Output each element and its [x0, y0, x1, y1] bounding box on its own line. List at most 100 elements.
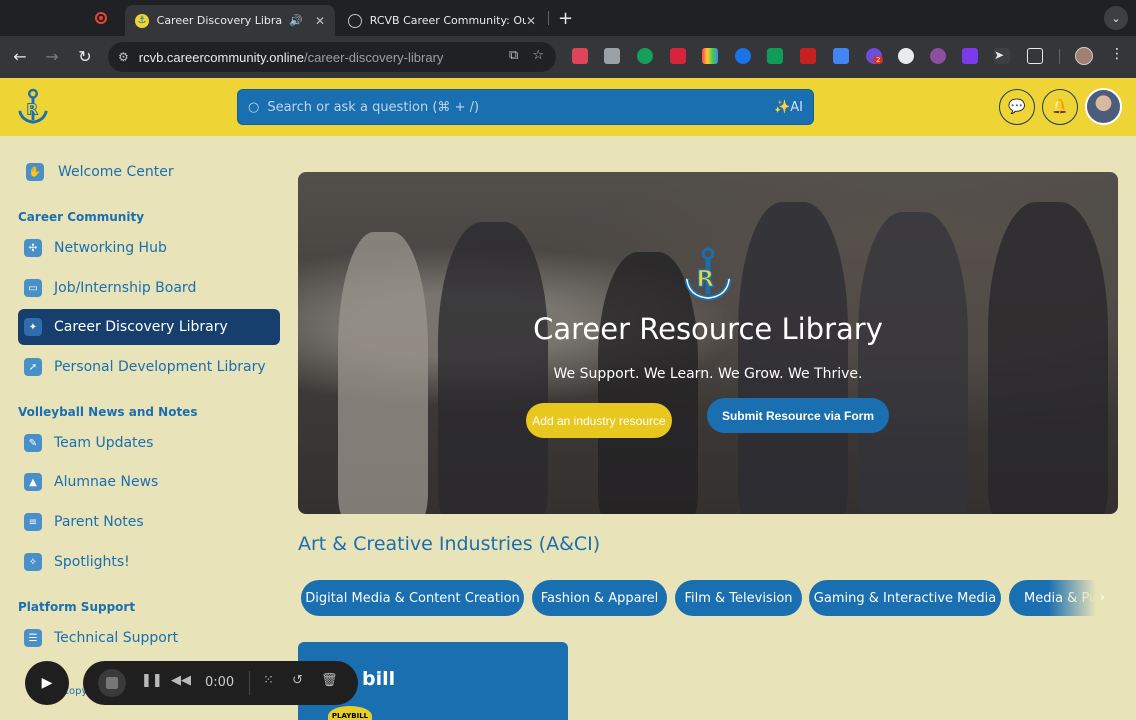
- browser-menu-icon[interactable]: ⋮: [1110, 46, 1124, 62]
- rewind-icon[interactable]: ◀◀: [171, 673, 191, 688]
- globe-icon: [348, 13, 362, 28]
- anchor-logo-icon[interactable]: R: [14, 88, 52, 126]
- card-title: bill: [362, 668, 396, 690]
- site-info-icon[interactable]: ⚙: [118, 50, 129, 64]
- stop-recording-button[interactable]: [98, 669, 126, 697]
- extension-icon[interactable]: [572, 48, 588, 64]
- sidebar-item-label: Spotlights!: [54, 554, 130, 570]
- sidebar-item-networking-hub[interactable]: ✣ Networking Hub: [18, 230, 280, 266]
- bookmark-star-icon[interactable]: ☆: [532, 48, 544, 63]
- tab-career-discovery-library[interactable]: ⚓ Career Discovery Library 🔊 ✕: [125, 5, 335, 36]
- extensions-puzzle-icon[interactable]: [1027, 48, 1043, 64]
- sidebar-item-job-internship-board[interactable]: ▭ Job/Internship Board: [18, 270, 280, 306]
- bell-icon[interactable]: 🔔: [1042, 89, 1078, 125]
- extension-icon[interactable]: 2: [866, 48, 884, 64]
- forward-arrow-icon[interactable]: →: [42, 47, 62, 66]
- hero-banner: R Career Resource Library We Support. We…: [298, 172, 1118, 514]
- user-avatar[interactable]: [1085, 88, 1122, 125]
- sidebar-item-label: Career Discovery Library: [54, 319, 228, 335]
- hero-title: Career Resource Library: [533, 312, 883, 346]
- chip-gaming-interactive-media[interactable]: Gaming & Interactive Media: [809, 580, 1001, 616]
- speaker-icon[interactable]: 🔊: [289, 14, 303, 27]
- sidebar-item-label: Technical Support: [54, 630, 179, 646]
- extension-icon[interactable]: [670, 48, 686, 64]
- chat-icon[interactable]: 💬: [999, 89, 1035, 125]
- cursor-icon[interactable]: ➤: [994, 48, 1010, 64]
- site-favicon-icon: ⚓: [135, 13, 149, 28]
- hero-subtitle: We Support. We Learn. We Grow. We Thrive…: [553, 366, 863, 382]
- recording-indicator-icon: [95, 12, 107, 24]
- notification-badge: 2: [873, 56, 884, 64]
- submit-resource-button[interactable]: Submit Resource via Form: [707, 398, 889, 433]
- sidebar-item-label: Job/Internship Board: [54, 280, 197, 296]
- sidebar-item-career-discovery-library[interactable]: ✦ Career Discovery Library: [18, 309, 280, 345]
- browser-profile-avatar[interactable]: [1075, 47, 1093, 65]
- sidebar-item-label: Welcome Center: [58, 164, 174, 180]
- app-header: R ○ ✨AI 💬 🔔: [0, 78, 1136, 136]
- extension-icon[interactable]: [833, 48, 849, 64]
- extension-icon[interactable]: [898, 48, 914, 64]
- recording-timer: 0:00: [205, 675, 235, 690]
- url-text: rcvb.careercommunity.online/career-disco…: [138, 49, 444, 65]
- updates-icon: ✎: [24, 434, 42, 452]
- reload-icon[interactable]: ↻: [75, 47, 95, 66]
- browser-tab-bar: ⚓ Career Discovery Library 🔊 ✕ RCVB Care…: [0, 0, 1136, 36]
- toolbar-separator: [1059, 49, 1060, 64]
- tab-search-chevron-icon[interactable]: ⌄: [1104, 6, 1128, 30]
- new-tab-icon[interactable]: +: [558, 8, 573, 29]
- notes-icon: ≡: [24, 513, 42, 531]
- graduation-cap-icon: ▲: [24, 473, 42, 491]
- support-icon: ☰: [24, 629, 42, 647]
- section-title: Art & Creative Industries (A&CI): [298, 533, 601, 555]
- sidebar-item-alumnae-news[interactable]: ▲ Alumnae News: [18, 464, 280, 500]
- back-arrow-icon[interactable]: ←: [10, 47, 30, 66]
- add-industry-resource-button[interactable]: Add an industry resource: [526, 403, 672, 438]
- compass-icon: ✦: [24, 318, 42, 336]
- extension-icon[interactable]: [800, 48, 816, 64]
- chip-fashion-apparel[interactable]: Fashion & Apparel: [532, 580, 667, 616]
- sidebar-item-parent-notes[interactable]: ≡ Parent Notes: [18, 504, 280, 540]
- chip-fade-overlay: [1048, 580, 1108, 620]
- ai-sparkle-button[interactable]: ✨AI: [774, 100, 803, 115]
- address-bar[interactable]: ⚙ rcvb.careercommunity.online/career-dis…: [108, 42, 556, 72]
- tab-title: Career Discovery Library: [156, 14, 284, 27]
- close-tab-icon[interactable]: ✕: [526, 14, 536, 28]
- grid-dots-icon[interactable]: ⁙: [263, 673, 274, 688]
- recorder-controls: ❚❚ ◀◀ 0:00 ⁙ ↺ 🗑: [83, 661, 358, 705]
- extension-icon[interactable]: [962, 48, 978, 64]
- restart-icon[interactable]: ↺: [292, 673, 303, 688]
- tab-rcvb-career-community[interactable]: RCVB Career Community: Ou ✕: [338, 5, 546, 36]
- spotlight-icon: ✧: [24, 553, 42, 571]
- recorder-separator: [249, 671, 250, 695]
- sidebar-item-personal-development-library[interactable]: ➚ Personal Development Library: [18, 349, 280, 385]
- sidebar-item-technical-support[interactable]: ☰ Technical Support: [18, 620, 280, 656]
- playbill-logo: PLAYBILL: [328, 706, 372, 720]
- svg-text:R: R: [26, 101, 38, 119]
- extension-icon[interactable]: [767, 48, 783, 64]
- sidebar-item-welcome-center[interactable]: ✋ Welcome Center: [18, 154, 280, 190]
- chevron-right-icon[interactable]: ›: [1100, 590, 1105, 604]
- briefcase-icon: ▭: [24, 279, 42, 297]
- search-input[interactable]: [267, 99, 748, 115]
- extension-icon[interactable]: [604, 48, 620, 64]
- sidebar-item-label: Parent Notes: [54, 514, 144, 530]
- chip-film-television[interactable]: Film & Television: [675, 580, 802, 616]
- browser-toolbar: ← → ↻ ⚙ rcvb.careercommunity.online/care…: [0, 36, 1136, 78]
- sidebar-item-spotlights[interactable]: ✧ Spotlights!: [18, 544, 280, 580]
- search-bar[interactable]: ○ ✨AI: [237, 89, 814, 125]
- category-chip-row: Digital Media & Content Creation Fashion…: [298, 580, 1108, 620]
- trash-icon[interactable]: 🗑: [321, 673, 338, 688]
- extension-icon[interactable]: [735, 48, 751, 64]
- extension-icon[interactable]: [702, 48, 718, 64]
- sidebar-item-label: Personal Development Library: [54, 359, 266, 375]
- welcome-icon: ✋: [26, 163, 44, 181]
- sidebar-item-team-updates[interactable]: ✎ Team Updates: [18, 425, 280, 461]
- close-tab-icon[interactable]: ✕: [315, 14, 325, 28]
- chip-digital-media[interactable]: Digital Media & Content Creation: [301, 580, 524, 616]
- extension-icon[interactable]: [930, 48, 946, 64]
- svg-text:R: R: [696, 266, 714, 293]
- camera-icon[interactable]: ▶: [25, 661, 69, 705]
- pause-icon[interactable]: ❚❚: [141, 673, 163, 688]
- grammarly-icon[interactable]: [637, 48, 653, 64]
- install-app-icon[interactable]: ⧉: [509, 48, 518, 63]
